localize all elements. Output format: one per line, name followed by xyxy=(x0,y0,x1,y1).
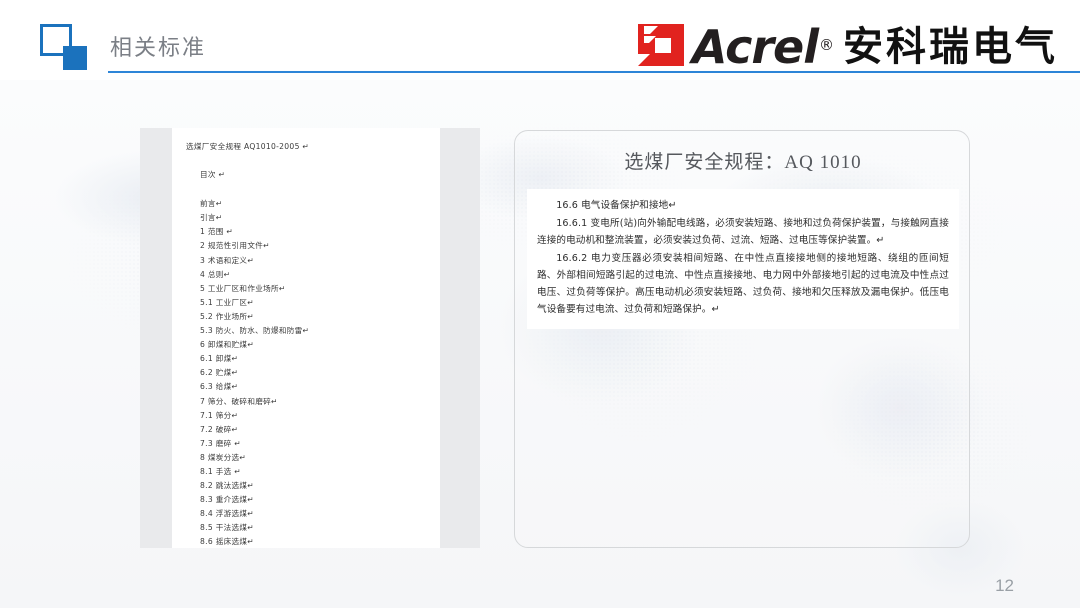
toc-document-panel: 选煤厂安全规程 AQ1010-2005 ↵ 目次 ↵ 前言↵ 引言↵ 1 范围 ↵ 2… xyxy=(140,128,480,548)
square-overlap-icon xyxy=(40,24,96,70)
document-toc-item: 8.6 摇床选煤↵ xyxy=(200,537,254,547)
document-toc-item: 7.3 磨碎 ↵ xyxy=(200,438,241,448)
document-toc-item: 5 工业厂区和作业场所↵ xyxy=(200,283,286,293)
brand-wordmark: Acrel xyxy=(691,20,819,74)
registered-mark-icon: ® xyxy=(819,36,834,54)
document-toc-item: 5.1 工业厂区↵ xyxy=(200,297,254,307)
header-divider xyxy=(108,71,1080,73)
document-toc-item: 前言↵ xyxy=(200,199,223,209)
page-number: 12 xyxy=(995,576,1014,595)
document-toc-label: 目次 ↵ xyxy=(200,170,226,180)
document-toc-item: 8.4 浮游选煤↵ xyxy=(200,509,254,519)
slide-header: 相关标准 Acrel ® 安科瑞电气 xyxy=(0,0,1080,80)
document-toc-list: 前言↵ 引言↵ 1 范围 ↵ 2 规范性引用文件↵ 3 术语和定义↵ 4 总则↵ 5 工业厂… xyxy=(172,197,440,548)
document-toc-item: 6.2 贮煤↵ xyxy=(200,368,239,378)
document-toc-item: 4 总则↵ xyxy=(200,269,231,279)
acrel-brand-logo: Acrel ® 安科瑞电气 xyxy=(636,12,1058,70)
document-toc-item: 8.1 手选 ↵ xyxy=(200,466,241,476)
document-toc-item: 7 筛分、破碎和磨碎↵ xyxy=(200,396,278,406)
document-toc-item: 1 范围 ↵ xyxy=(200,227,234,237)
document-toc-item: 8.5 干法选煤↵ xyxy=(200,523,254,533)
logo-square-filled xyxy=(63,46,87,70)
standard-paragraph: 16.6 电气设备保护和接地↵ xyxy=(556,200,677,211)
document-toc-item: 7.1 筛分↵ xyxy=(200,410,239,420)
document-toc-item: 7.2 破碎↵ xyxy=(200,424,239,434)
page-title: 相关标准 xyxy=(110,35,207,60)
document-page: 选煤厂安全规程 AQ1010-2005 ↵ 目次 ↵ 前言↵ 引言↵ 1 范围 ↵ 2… xyxy=(172,128,440,548)
document-heading: 选煤厂安全规程 AQ1010-2005 ↵ xyxy=(186,142,310,151)
document-toc-item: 5.3 防火、防水、防爆和防雷↵ xyxy=(200,326,310,336)
document-toc-item: 8.2 跳汰选煤↵ xyxy=(200,481,254,491)
acrel-red-square-icon xyxy=(637,24,684,66)
document-toc-item: 6.1 卸煤↵ xyxy=(200,354,239,364)
document-toc-item: 5.2 作业场所↵ xyxy=(200,311,254,321)
slide-root: 相关标准 Acrel ® 安科瑞电气 选煤厂安全规程 AQ1010-2005 ↵… xyxy=(0,0,1080,608)
document-toc-item: 2 规范性引用文件↵ xyxy=(200,241,270,251)
document-toc-item: 3 术语和定义↵ xyxy=(200,255,254,265)
document-toc-item: 8.3 重介选煤↵ xyxy=(200,495,254,505)
standard-excerpt-panel: 选煤厂安全规程：AQ 1010 16.6 电气设备保护和接地↵ 16.6.1 变电… xyxy=(514,130,970,548)
document-toc-item: 6.3 给煤↵ xyxy=(200,382,239,392)
standard-body: 16.6 电气设备保护和接地↵ 16.6.1 变电所(站)向外输配电线路，必须安装… xyxy=(527,189,959,329)
standard-paragraph: 16.6.2 电力变压器必须安装相间短路、在中性点直接接地侧的接地短路、绕组的匝… xyxy=(537,253,949,315)
document-toc-item: 引言↵ xyxy=(200,213,223,223)
standard-title: 选煤厂安全规程：AQ 1010 xyxy=(624,152,862,173)
document-toc-item: 8 煤炭分选↵ xyxy=(200,452,247,462)
standard-paragraph: 16.6.1 变电所(站)向外输配电线路，必须安装短路、接地和过负荷保护装置，与… xyxy=(537,218,949,246)
brand-chinese-name: 安科瑞电气 xyxy=(843,24,1058,70)
document-toc-item: 6 卸煤和贮煤↵ xyxy=(200,340,254,350)
